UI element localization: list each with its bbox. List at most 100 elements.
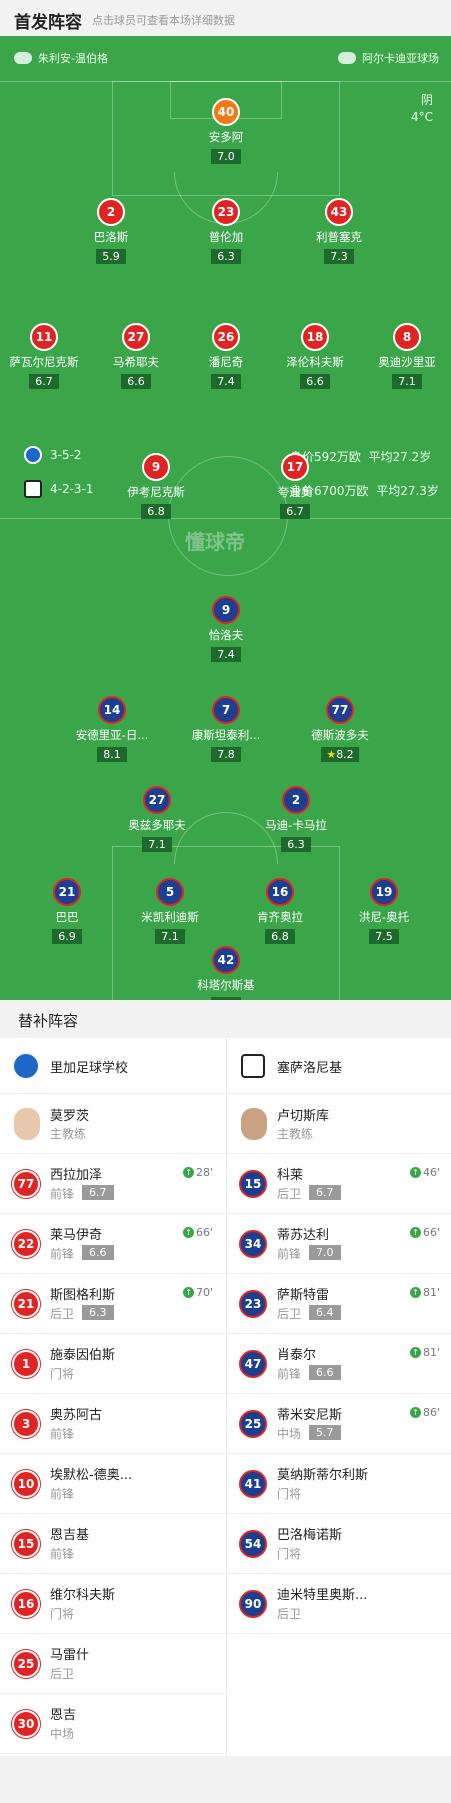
home-sub-row[interactable]: 15 恩吉基 前锋 [0, 1514, 225, 1574]
home-formation-text: 3-5-2 [50, 448, 82, 462]
away-sub-row[interactable]: 15 科莱 后卫 6.7 ↑ 46' [227, 1154, 451, 1214]
away-sub-number: 25 [239, 1410, 267, 1438]
away-sub-number: 15 [239, 1170, 267, 1198]
away-player[interactable]: 2 马迪-卡马拉 6.3 [250, 786, 342, 852]
home-sub-position: 门将 [50, 1607, 75, 1621]
away-coach-row[interactable]: 卢切斯库 主教练 [227, 1094, 451, 1154]
home-player-number: 18 [301, 323, 329, 351]
home-sub-rating: 6.6 [82, 1245, 114, 1260]
home-sub-row[interactable]: 30 恩吉 中场 [0, 1694, 225, 1754]
away-player[interactable]: 14 安德里亚-日... 8.1 [66, 696, 158, 762]
home-sub-position: 前锋 [50, 1487, 75, 1501]
home-average-age: 平均27.2岁 [368, 450, 432, 464]
lineup-title: 首发阵容 [14, 13, 82, 33]
home-player-name: 普伦加 [208, 230, 244, 244]
home-formation: 3-5-2 [24, 446, 82, 464]
home-sub-row[interactable]: 21 斯图格利斯 后卫 6.3 ↑ 70' [0, 1274, 225, 1334]
home-player[interactable]: 2 巴洛斯 5.9 [65, 198, 157, 264]
sub-in-icon: ↑ [409, 1167, 421, 1178]
away-player-number: 77 [326, 696, 354, 724]
home-player-rating: 6.8 [141, 504, 171, 519]
away-player-name: 马迪-卡马拉 [265, 818, 327, 832]
away-sub-minute: ↑ 81' [409, 1286, 440, 1299]
home-player-number: 9 [142, 453, 170, 481]
home-player-name: 潘尼奇 [208, 355, 244, 369]
home-player[interactable]: 8 奥迪沙里亚 7.1 [361, 323, 451, 389]
sub-in-time: 81' [422, 1286, 440, 1299]
away-sub-number: 54 [239, 1530, 267, 1558]
sub-in-time: 66' [422, 1226, 440, 1239]
away-player-number: 27 [143, 786, 171, 814]
away-player[interactable]: 77 德斯波多夫 ★8.2 [294, 696, 386, 762]
away-team-name: 塞萨洛尼基 [277, 1061, 343, 1076]
home-player[interactable]: 40 安多阿 7.0 [180, 98, 272, 164]
home-sub-row[interactable]: 16 维尔科夫斯 门将 [0, 1574, 225, 1634]
home-player[interactable]: 26 潘尼奇 7.4 [180, 323, 272, 389]
away-player-rating: 6.8 [265, 929, 295, 944]
away-sub-minute: ↑ 46' [409, 1166, 440, 1179]
away-bench-column: 塞萨洛尼基 卢切斯库 主教练 15 科莱 后卫 6.7 ↑ 46' 34 蒂苏达利 前锋 7.0 ↑ 6… [226, 1038, 451, 1756]
home-sub-row[interactable]: 25 马雷什 后卫 [0, 1634, 225, 1694]
away-sub-number: 90 [239, 1590, 267, 1618]
home-sub-number: 16 [12, 1590, 40, 1618]
home-player[interactable]: 23 普伦加 6.3 [180, 198, 272, 264]
referee-name: 朱利安-温伯格 [38, 52, 108, 65]
away-coach-avatar [241, 1108, 267, 1140]
home-sub-row[interactable]: 77 西拉加泽 前锋 6.7 ↑ 28' [0, 1154, 225, 1214]
sub-in-icon: ↑ [182, 1227, 194, 1238]
away-player[interactable]: 7 康斯坦泰利... 7.8 [180, 696, 272, 762]
away-sub-minute: ↑ 81' [409, 1346, 440, 1359]
away-team-row[interactable]: 塞萨洛尼基 [227, 1038, 451, 1094]
home-sub-row[interactable]: 10 埃默松-德奥... 前锋 [0, 1454, 225, 1514]
home-player-number: 17 [281, 453, 309, 481]
home-coach-row[interactable]: 莫罗茨 主教练 [0, 1094, 225, 1154]
away-player[interactable]: 9 恰洛夫 7.4 [180, 596, 272, 662]
away-sub-rating: 7.0 [309, 1245, 341, 1260]
away-sub-name: 科莱 [277, 1168, 304, 1183]
home-player-rating: 6.6 [300, 374, 330, 389]
home-player[interactable]: 11 萨瓦尔尼克斯 6.7 [0, 323, 90, 389]
away-player-name: 米凯利迪斯 [141, 910, 199, 924]
away-player-number: 9 [212, 596, 240, 624]
home-player[interactable]: 27 马希耶夫 6.6 [90, 323, 182, 389]
away-sub-row[interactable]: 23 萨斯特雷 后卫 6.4 ↑ 81' [227, 1274, 451, 1334]
home-player[interactable]: 43 利普塞克 7.3 [293, 198, 385, 264]
home-player-rating: 6.6 [121, 374, 151, 389]
lineup-header: 首发阵容 点击球员可查看本场详细数据 [0, 0, 451, 36]
home-team-row[interactable]: 里加足球学校 [0, 1038, 225, 1094]
away-sub-row[interactable]: 47 肖泰尔 前锋 6.6 ↑ 81' [227, 1334, 451, 1394]
away-sub-row[interactable]: 54 巴洛梅诺斯 门将 [227, 1514, 451, 1574]
away-sub-name: 迪米特里奥斯... [277, 1588, 368, 1603]
temperature: 4°C [410, 110, 433, 124]
away-sub-name: 巴洛梅诺斯 [277, 1528, 343, 1543]
away-sub-name: 蒂苏达利 [277, 1228, 330, 1243]
home-sub-row[interactable]: 1 施泰因伯斯 门将 [0, 1334, 225, 1394]
away-sub-row[interactable]: 90 迪米特里奥斯... 后卫 [227, 1574, 451, 1634]
away-player[interactable]: 21 巴巴 6.9 [21, 878, 113, 944]
away-sub-row[interactable]: 41 莫纳斯蒂尔利斯 门将 [227, 1454, 451, 1514]
away-player[interactable]: 5 米凯利迪斯 7.1 [124, 878, 216, 944]
away-sub-position: 前锋 [277, 1367, 302, 1381]
home-player[interactable]: 17 夸迪奥 6.7 [249, 453, 341, 519]
sub-in-time: 70' [195, 1286, 213, 1299]
sub-in-icon: ↑ [409, 1407, 421, 1418]
home-player-rating: 6.7 [280, 504, 310, 519]
away-player[interactable]: 16 肯齐奥拉 6.8 [234, 878, 326, 944]
away-player[interactable]: 19 洪尼-奥托 7.5 [338, 878, 430, 944]
home-sub-name: 恩吉基 [50, 1528, 90, 1543]
referee: 朱利安-温伯格 [14, 50, 108, 66]
home-player[interactable]: 18 泽伦科夫斯 6.6 [269, 323, 361, 389]
watermark: 懂球帝 [185, 530, 245, 554]
home-player[interactable]: 9 伊考尼克斯 6.8 [110, 453, 202, 519]
away-sub-row[interactable]: 25 蒂米安尼斯 中场 5.7 ↑ 86' [227, 1394, 451, 1454]
away-player-rating: 7.5 [369, 929, 399, 944]
away-sub-row[interactable]: 34 蒂苏达利 前锋 7.0 ↑ 66' [227, 1214, 451, 1274]
home-player-rating: 5.9 [96, 249, 126, 264]
away-player[interactable]: 42科塔尔斯基7.4 [180, 946, 272, 1000]
home-sub-row[interactable]: 3 奥苏阿古 前锋 [0, 1394, 225, 1454]
away-player[interactable]: 27 奥兹多耶夫 7.1 [111, 786, 203, 852]
away-sub-rating: 6.6 [309, 1365, 341, 1380]
home-player-name: 安多阿 [208, 130, 244, 144]
away-player-rating: 7.4 [211, 647, 241, 662]
home-sub-row[interactable]: 22 莱马伊奇 前锋 6.6 ↑ 66' [0, 1214, 225, 1274]
